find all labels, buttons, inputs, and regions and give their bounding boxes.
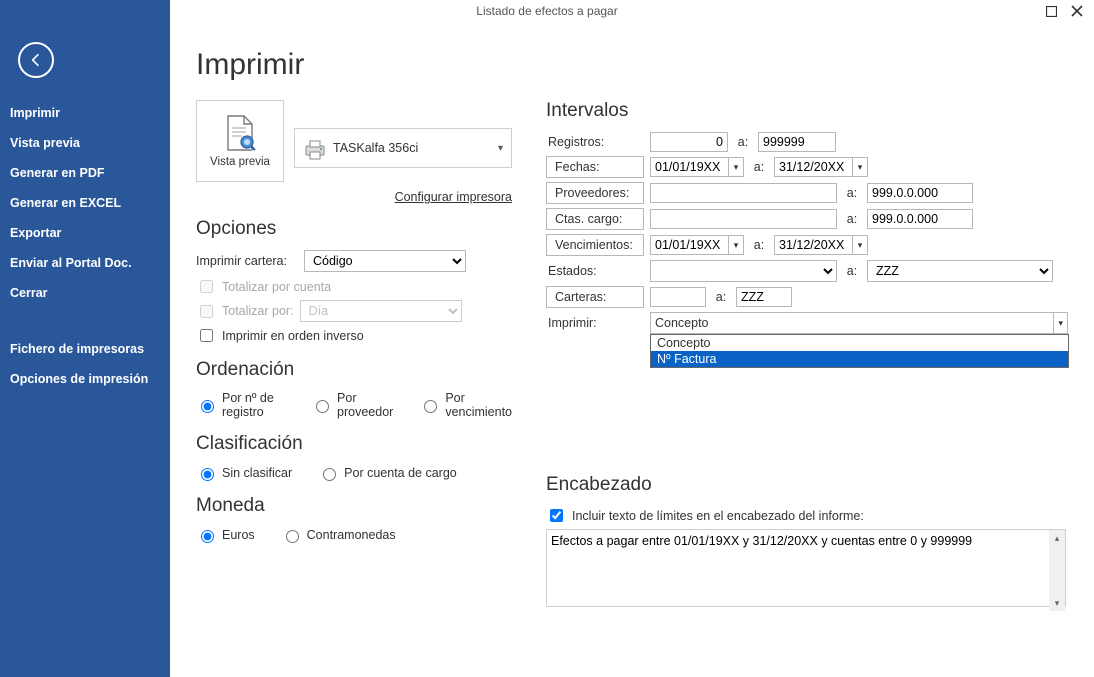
imprimir-cartera-label: Imprimir cartera: [196,254,296,268]
totalizar-por-select: Día [300,300,462,322]
preview-label: Vista previa [210,156,270,168]
radio-por-cuenta-cargo[interactable]: Por cuenta de cargo [318,465,457,481]
chevron-down-icon: ▾ [1053,313,1063,333]
imprimir-opt-factura[interactable]: Nº Factura [651,351,1068,367]
back-button[interactable] [18,42,54,78]
fechas-from-dropdown[interactable]: ▾ [728,157,744,177]
totalizar-por-cuenta-checkbox [200,280,213,293]
ctas-from-input[interactable] [650,209,837,229]
imprimir-combo[interactable]: Concepto ▾ [650,312,1068,334]
fechas-from-input[interactable] [650,157,728,177]
a-label: a: [712,290,730,304]
carteras-to-input[interactable] [736,287,792,307]
radio-por-proveedor[interactable]: Por proveedor [311,391,393,419]
fechas-to-input[interactable] [774,157,852,177]
sidebar-item-fichero-impresoras[interactable]: Fichero de impresoras [0,334,170,364]
a-label: a: [750,238,768,252]
venc-to-input[interactable] [774,235,852,255]
registros-to-input[interactable] [758,132,836,152]
venc-to-dropdown[interactable]: ▾ [852,235,868,255]
estados-from-select[interactable] [650,260,837,282]
imprimir-orden-inverso-label: Imprimir en orden inverso [222,329,364,343]
document-magnifier-icon [224,114,256,152]
sidebar-item-opciones-impresion[interactable]: Opciones de impresión [0,364,170,394]
a-label: a: [750,160,768,174]
estados-label: Estados: [546,262,644,280]
carteras-from-input[interactable] [650,287,706,307]
radio-contramonedas[interactable]: Contramonedas [281,527,396,543]
encabezado-textarea[interactable] [546,529,1066,607]
venc-from-input[interactable] [650,235,728,255]
imprimir-label: Imprimir: [546,314,644,332]
ctas-to-input[interactable] [867,209,973,229]
printer-select[interactable]: TASKalfa 356ci ▾ [294,128,512,168]
imprimir-listbox[interactable]: Concepto Nº Factura [650,334,1069,368]
totalizar-por-cuenta-label: Totalizar por cuenta [222,280,331,294]
radio-por-vencimiento[interactable]: Por vencimiento [419,391,512,419]
proveedores-from-input[interactable] [650,183,837,203]
proveedores-to-input[interactable] [867,183,973,203]
chevron-down-icon: ▾ [498,143,503,154]
estados-to-select[interactable]: ZZZ [867,260,1053,282]
configure-printer-link[interactable]: Configurar impresora [196,190,512,204]
encabezado-heading: Encabezado [546,474,1068,496]
sidebar-item-vista-previa[interactable]: Vista previa [0,128,170,158]
radio-euros[interactable]: Euros [196,527,255,543]
registros-from-input[interactable] [650,132,728,152]
preview-button[interactable]: Vista previa [196,100,284,182]
intervalos-heading: Intervalos [546,100,1068,122]
imprimir-orden-inverso-checkbox[interactable] [200,329,213,342]
sidebar-item-cerrar[interactable]: Cerrar [0,278,170,308]
imprimir-opt-concepto[interactable]: Concepto [651,335,1068,351]
venc-from-dropdown[interactable]: ▾ [728,235,744,255]
sidebar-item-generar-pdf[interactable]: Generar en PDF [0,158,170,188]
radio-por-registro[interactable]: Por nº de registro [196,391,285,419]
totalizar-por-label: Totalizar por: [222,304,294,318]
printer-icon [303,140,323,156]
moneda-heading: Moneda [196,495,512,517]
fechas-to-dropdown[interactable]: ▾ [852,157,868,177]
carteras-button[interactable]: Carteras: [546,286,644,308]
scroll-down-icon[interactable]: ▾ [1049,595,1065,611]
incluir-texto-label: Incluir texto de límites en el encabezad… [572,509,864,523]
clasificacion-heading: Clasificación [196,433,512,455]
proveedores-button[interactable]: Proveedores: [546,182,644,204]
opciones-heading: Opciones [196,218,512,240]
sidebar-item-exportar[interactable]: Exportar [0,218,170,248]
a-label: a: [843,264,861,278]
sidebar-item-imprimir[interactable]: Imprimir [0,98,170,128]
fechas-button[interactable]: Fechas: [546,156,644,178]
vencimientos-button[interactable]: Vencimientos: [546,234,644,256]
scroll-up-icon[interactable]: ▴ [1049,530,1065,546]
printer-name: TASKalfa 356ci [333,141,418,155]
radio-sin-clasificar[interactable]: Sin clasificar [196,465,292,481]
registros-label: Registros: [546,133,644,151]
page-title: Imprimir [196,48,1068,82]
sidebar-item-generar-excel[interactable]: Generar en EXCEL [0,188,170,218]
incluir-texto-checkbox[interactable] [550,509,563,522]
textarea-scrollbar[interactable]: ▴ ▾ [1049,530,1065,611]
sidebar-item-enviar-portal[interactable]: Enviar al Portal Doc. [0,248,170,278]
a-label: a: [843,186,861,200]
ordenacion-heading: Ordenación [196,359,512,381]
totalizar-por-checkbox [200,305,213,318]
a-label: a: [734,135,752,149]
imprimir-cartera-select[interactable]: Código [304,250,466,272]
a-label: a: [843,212,861,226]
ctas-cargo-button[interactable]: Ctas. cargo: [546,208,644,230]
